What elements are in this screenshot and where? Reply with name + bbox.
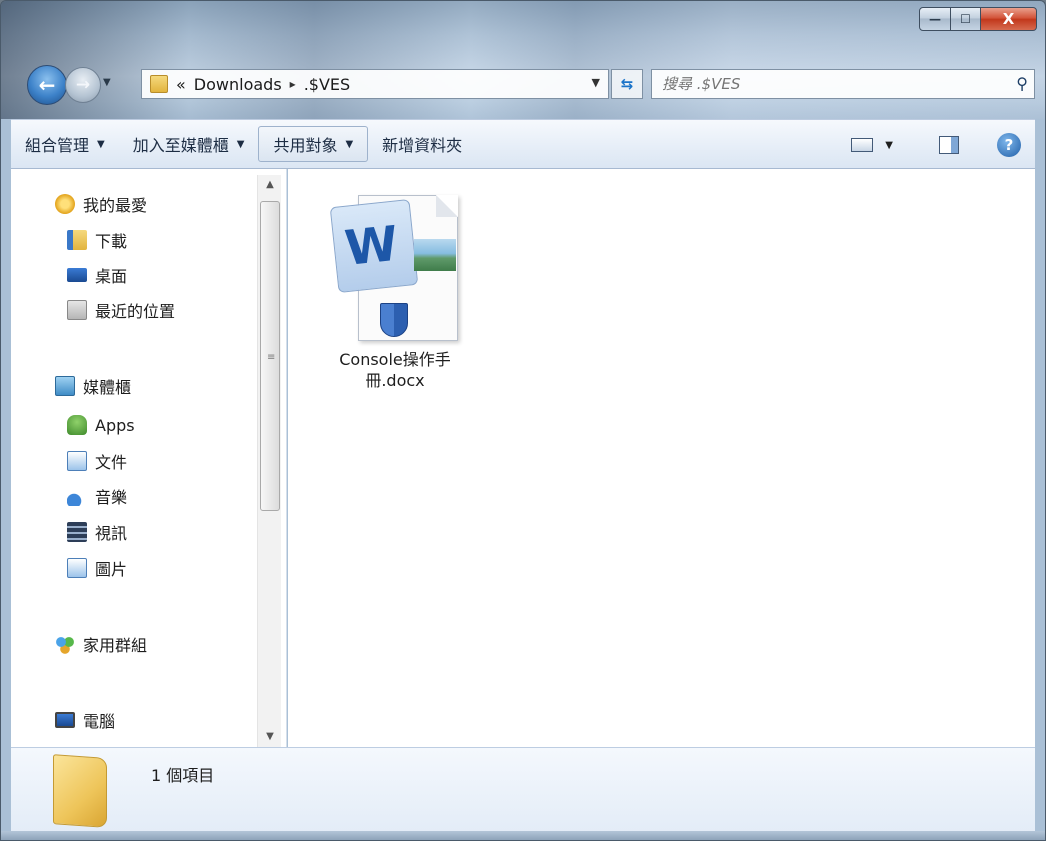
film-strip-icon [67, 522, 87, 542]
computer-icon [55, 712, 75, 728]
nav-computer[interactable]: 電腦 [55, 707, 115, 733]
organize-button[interactable]: 組合管理 ▼ [11, 126, 119, 162]
nav-favorites[interactable]: 我的最愛 [55, 191, 147, 217]
share-with-label: 共用對象 [273, 136, 338, 155]
chevron-down-icon: ▼ [345, 138, 354, 150]
downloads-folder-icon [67, 230, 87, 250]
nav-item-desktop[interactable]: 桌面 [67, 262, 127, 288]
grip-icon: ≡ [267, 352, 276, 363]
caption-buttons: — ☐ X [919, 7, 1037, 31]
chevron-down-icon: ▼ [103, 77, 111, 88]
nav-label: 我的最愛 [83, 196, 148, 215]
explorer-window: — ☐ X ← → ▼ « Downloads ▸ .$VES ▼ ⇆ ⚲ 組合… [0, 0, 1046, 841]
recent-places-icon [67, 300, 87, 320]
nav-label: 家用群組 [83, 636, 148, 655]
scroll-down-icon[interactable]: ▼ [258, 727, 282, 747]
nav-label: Apps [95, 415, 135, 435]
nav-label: 電腦 [83, 712, 116, 731]
chevron-down-icon: ▼ [97, 138, 105, 150]
address-dropdown-icon[interactable]: ▼ [592, 76, 600, 89]
search-box[interactable]: ⚲ [651, 69, 1035, 99]
nav-label: 下載 [95, 232, 128, 251]
nav-item-apps[interactable]: Apps [67, 412, 135, 438]
breadcrumb-separator-icon[interactable]: ▸ [290, 77, 296, 91]
nav-homegroup[interactable]: 家用群組 [55, 631, 147, 657]
folder-icon [150, 75, 168, 93]
refresh-button[interactable]: ⇆ [611, 69, 643, 99]
navigation-pane: 我的最愛 下載 桌面 最近的位置 媒體櫃 Apps 文件 音樂 視訊 圖片 家用… [11, 169, 287, 747]
nav-label: 音樂 [95, 488, 128, 507]
nav-label: 最近的位置 [95, 302, 176, 321]
nav-label: 文件 [95, 453, 128, 472]
new-folder-label: 新增資料夾 [382, 136, 463, 155]
change-view-icon[interactable] [851, 138, 874, 152]
forward-button[interactable]: → [65, 67, 101, 103]
file-item[interactable]: W Console操作手 冊.docx [320, 187, 470, 391]
view-options-dropdown[interactable]: ▼ [885, 140, 893, 151]
scroll-thumb[interactable]: ≡ [260, 201, 280, 511]
nav-label: 桌面 [95, 267, 128, 286]
nav-libraries[interactable]: 媒體櫃 [55, 373, 131, 399]
star-icon [55, 194, 75, 214]
nav-item-videos[interactable]: 視訊 [67, 519, 127, 545]
include-in-library-button[interactable]: 加入至媒體櫃 ▼ [119, 126, 259, 162]
share-with-button[interactable]: 共用對象 ▼ [258, 126, 369, 162]
nav-label: 媒體櫃 [83, 378, 132, 397]
search-icon[interactable]: ⚲ [1016, 74, 1028, 93]
music-note-icon [67, 486, 87, 506]
help-icon[interactable]: ? [997, 133, 1021, 157]
search-input[interactable] [662, 75, 962, 93]
new-folder-button[interactable]: 新增資料夾 [368, 126, 476, 162]
scroll-up-icon[interactable]: ▲ [258, 175, 282, 195]
library-icon [55, 376, 75, 396]
desktop-icon [67, 268, 87, 282]
details-pane: 1 個項目 [11, 747, 1035, 833]
nav-item-music[interactable]: 音樂 [67, 483, 127, 509]
word-logo-icon: W [329, 199, 419, 293]
shield-icon [380, 303, 408, 337]
nav-item-recent-places[interactable]: 最近的位置 [67, 297, 175, 323]
file-name-line: Console操作手 [339, 350, 451, 369]
breadcrumb-ves[interactable]: .$VES [304, 75, 350, 94]
nav-item-pictures[interactable]: 圖片 [67, 555, 127, 581]
nav-label: 視訊 [95, 524, 128, 543]
homegroup-icon [55, 634, 75, 654]
command-bar: 組合管理 ▼ 加入至媒體櫃 ▼ 共用對象 ▼ 新增資料夾 ▼ ? [11, 119, 1035, 169]
include-in-library-label: 加入至媒體櫃 [132, 136, 229, 155]
item-count: 1 個項目 [151, 766, 215, 785]
minimize-button[interactable]: — [919, 7, 951, 31]
arrow-right-icon: → [75, 75, 91, 95]
navigation-bar: ← → ▼ « Downloads ▸ .$VES ▼ ⇆ ⚲ [21, 63, 1035, 109]
word-document-icon: W [329, 187, 460, 347]
apps-library-icon [67, 415, 87, 435]
file-name-line: 冊.docx [365, 371, 425, 390]
navpane-scrollbar[interactable]: ▲ ≡ ▼ [257, 175, 281, 747]
breadcrumb-downloads[interactable]: Downloads [194, 75, 282, 94]
nav-label: 圖片 [95, 560, 128, 579]
arrow-left-icon: ← [38, 73, 56, 97]
nav-item-documents[interactable]: 文件 [67, 448, 127, 474]
nav-item-downloads[interactable]: 下載 [67, 227, 127, 253]
documents-icon [67, 451, 87, 471]
preview-pane-icon[interactable] [939, 136, 959, 154]
back-button[interactable]: ← [27, 65, 67, 105]
folder-icon [53, 754, 107, 828]
file-name: Console操作手 冊.docx [320, 349, 470, 391]
file-list: W Console操作手 冊.docx [288, 169, 1035, 747]
window-frame-bottom [1, 831, 1045, 840]
organize-label: 組合管理 [25, 136, 90, 155]
close-button[interactable]: X [981, 7, 1037, 31]
maximize-button[interactable]: ☐ [951, 7, 981, 31]
address-bar[interactable]: « Downloads ▸ .$VES ▼ [141, 69, 609, 99]
breadcrumb-overflow[interactable]: « [176, 75, 186, 94]
pictures-icon [67, 558, 87, 578]
chevron-down-icon: ▼ [236, 138, 245, 150]
view-controls: ▼ ? [833, 120, 1035, 170]
refresh-icon: ⇆ [620, 75, 634, 93]
picture-thumbnail [414, 239, 456, 271]
recent-pages-dropdown[interactable]: ▼ [103, 77, 111, 88]
